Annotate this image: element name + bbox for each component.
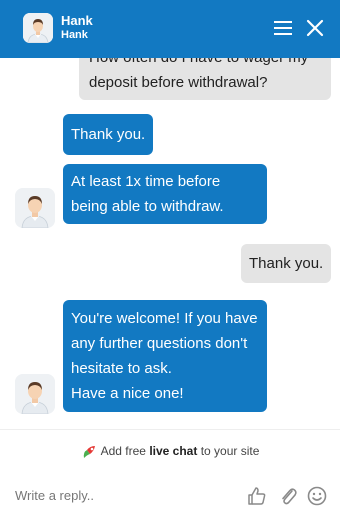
agent-name: Hank [61, 13, 93, 28]
user-message: How often do I have to wager my deposit … [79, 58, 331, 100]
emoji-button[interactable] [306, 485, 328, 507]
thumbs-up-icon [248, 487, 266, 505]
branding-bold: live chat [149, 444, 198, 458]
smiley-icon [307, 486, 327, 506]
agent-message: Thank you. [63, 114, 153, 155]
agent-avatar-icon [15, 374, 55, 414]
message-line: How often do I have to wager my [89, 58, 321, 70]
attach-button[interactable] [277, 485, 299, 507]
message-line: being able to withdraw. [71, 198, 224, 215]
hamburger-menu-icon [274, 21, 292, 35]
message-list[interactable]: How often do I have to wager my deposit … [0, 58, 340, 430]
agent-message: At least 1x time before being able to wi… [63, 164, 267, 224]
message-line: deposit before withdrawal? [89, 74, 268, 91]
branding-link[interactable]: Add free live chat to your site [0, 440, 340, 462]
branding-suffix: to your site [200, 444, 260, 458]
agent-avatar [15, 374, 55, 414]
paperclip-icon [282, 488, 297, 505]
message-line: any further questions don't [71, 335, 248, 352]
close-button[interactable] [305, 18, 325, 38]
message-line: Thank you. [249, 255, 324, 272]
agent-avatar-icon [15, 188, 55, 228]
reply-input[interactable] [15, 484, 235, 506]
message-line: You're welcome! If you have [71, 310, 258, 327]
agent-message: You're welcome! If you have any further … [63, 300, 267, 412]
message-line: Thank you. [71, 126, 146, 143]
message-line: hesitate to ask. [71, 360, 172, 377]
agent-avatar-icon [23, 13, 53, 43]
menu-button[interactable] [272, 18, 294, 38]
divider [0, 429, 340, 430]
branding-prefix: Add free [100, 444, 146, 458]
agent-avatar [23, 13, 53, 43]
thumbs-up-button[interactable] [246, 485, 268, 507]
message-line: At least 1x time before [71, 173, 221, 190]
agent-subtitle: Hank [61, 29, 88, 41]
close-icon [306, 19, 324, 37]
brand-logo-icon [83, 445, 95, 458]
user-message: Thank you. [241, 244, 331, 283]
agent-avatar [15, 188, 55, 228]
chat-header: Hank Hank [0, 0, 340, 58]
message-line: Have a nice one! [71, 385, 184, 402]
